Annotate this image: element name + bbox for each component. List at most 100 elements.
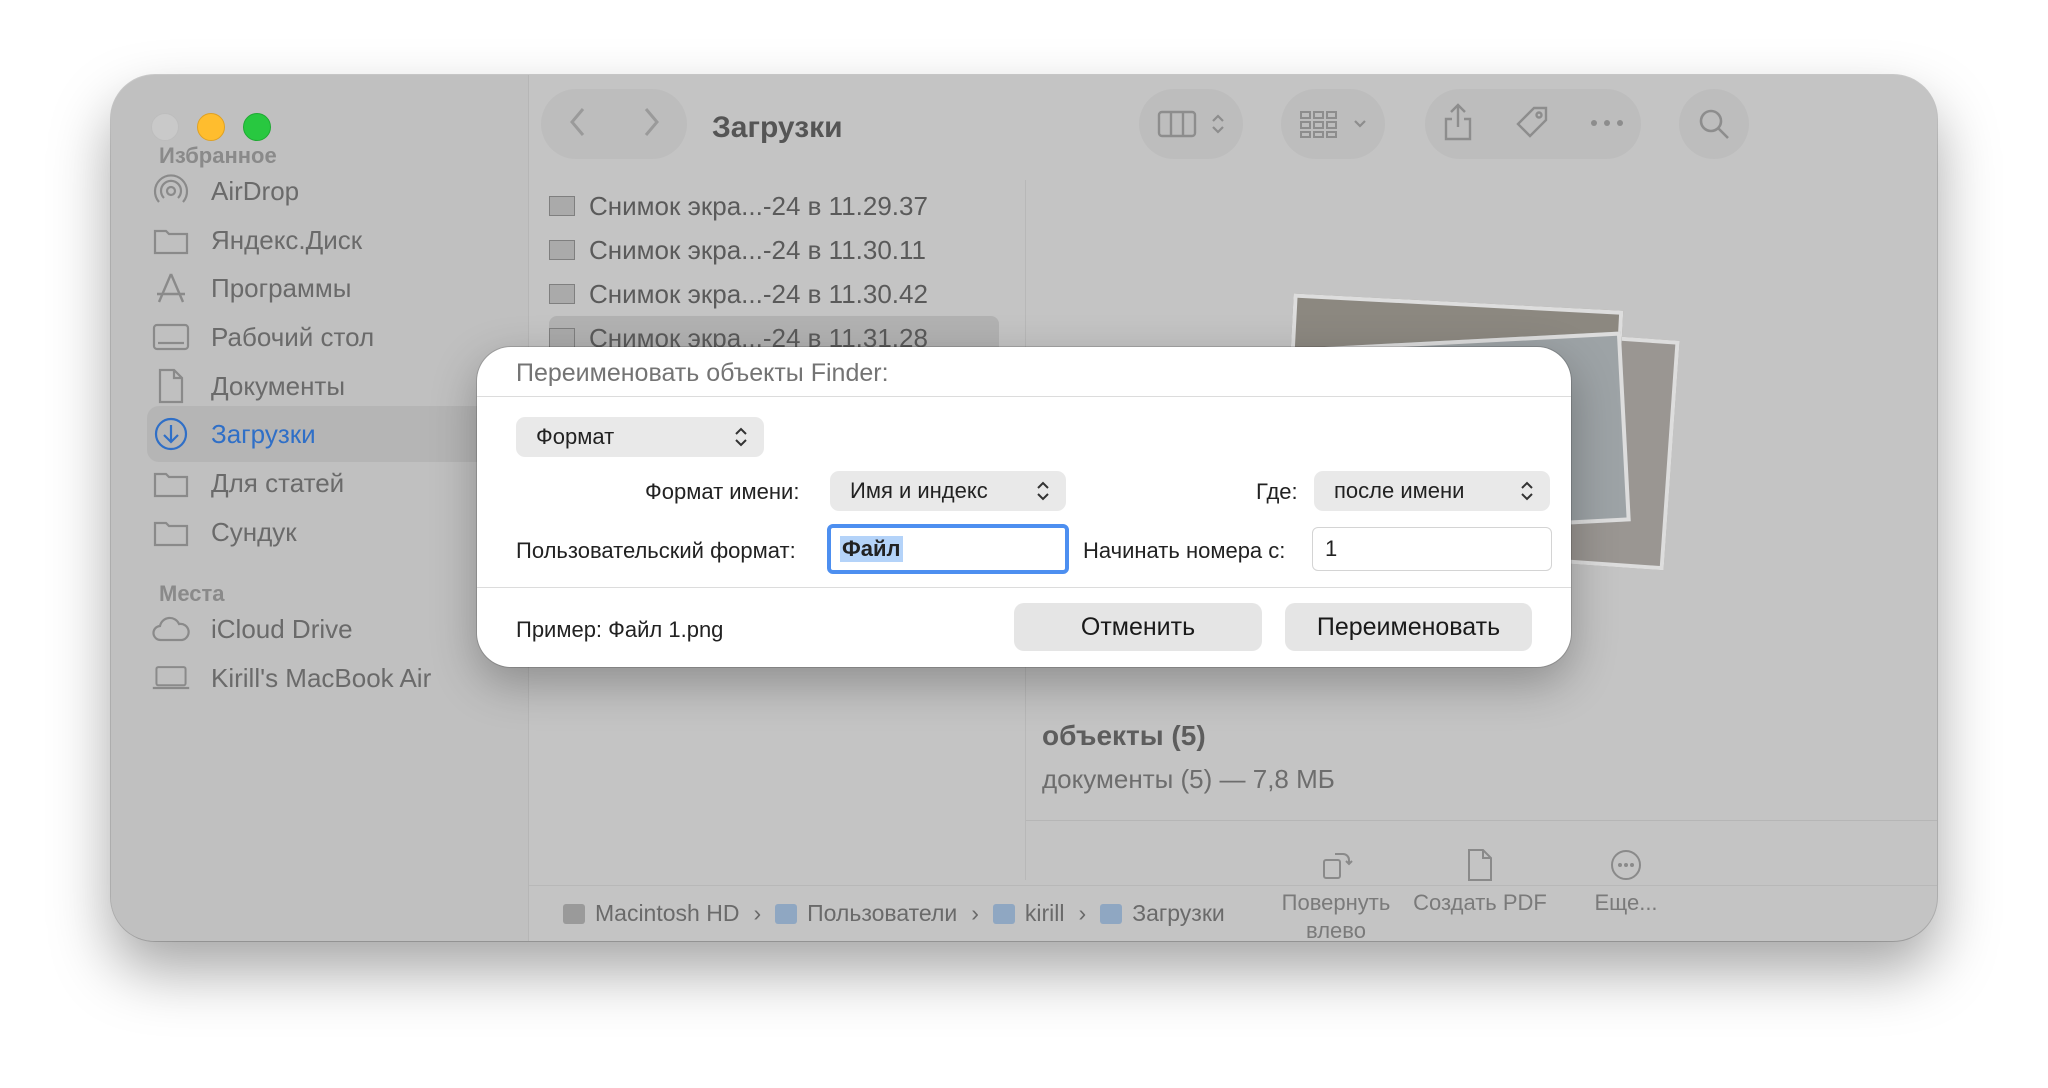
chevron-right-icon: › xyxy=(1078,900,1087,926)
divider xyxy=(1026,820,1937,821)
more-button[interactable] xyxy=(1590,115,1624,133)
start-number-input[interactable]: 1 xyxy=(1312,527,1552,571)
start-number-value: 1 xyxy=(1325,536,1338,561)
chevron-right-icon xyxy=(644,107,659,136)
sidebar-item-label: Загрузки xyxy=(211,418,316,449)
rename-dialog: Переименовать объекты Finder: Формат Фор… xyxy=(477,347,1571,667)
name-format-label: Формат имени: xyxy=(645,479,800,504)
sidebar-item-icloud-drive[interactable]: iCloud Drive xyxy=(151,601,511,657)
custom-format-label: Пользовательский формат: xyxy=(516,538,796,563)
screenshot-thumbnail-icon xyxy=(549,240,575,260)
sidebar: Избранное AirDrop Яндекс.Диск Программы xyxy=(111,75,529,941)
where-popup[interactable]: после имени xyxy=(1314,471,1550,511)
screenshot-thumbnail-icon xyxy=(549,196,575,216)
sidebar-item-label: Сундук xyxy=(211,516,297,547)
sidebar-item-applications[interactable]: Программы xyxy=(151,260,511,316)
columns-view-icon xyxy=(1157,110,1197,138)
downloads-icon xyxy=(151,414,191,454)
path-item[interactable]: Загрузки xyxy=(1132,900,1225,927)
custom-format-input[interactable]: Файл xyxy=(827,524,1069,574)
chevron-left-icon xyxy=(569,107,584,136)
folder-icon xyxy=(151,220,191,260)
chevron-updown-icon xyxy=(1037,481,1049,501)
minimize-button[interactable] xyxy=(197,113,225,141)
airdrop-icon xyxy=(151,171,191,211)
sidebar-item-label: Яндекс.Диск xyxy=(211,224,363,255)
sidebar-item-macbook[interactable]: Kirill's MacBook Air xyxy=(151,650,511,706)
document-icon xyxy=(151,366,191,406)
name-format-popup[interactable]: Имя и индекс xyxy=(830,471,1066,511)
home-folder-icon xyxy=(992,903,1015,924)
sidebar-item-desktop[interactable]: Рабочий стол xyxy=(151,309,511,365)
popup-value: после имени xyxy=(1334,478,1465,503)
sidebar-item-downloads[interactable]: Загрузки xyxy=(147,406,507,462)
file-name: Снимок экра...-24 в 11.30.11 xyxy=(589,234,927,265)
sidebar-item-chest[interactable]: Сундук xyxy=(151,504,511,560)
path-item[interactable]: kirill xyxy=(1025,900,1065,927)
group-button[interactable] xyxy=(1281,89,1385,159)
action-buttons-group xyxy=(1425,89,1641,159)
back-button[interactable] xyxy=(568,106,588,143)
sidebar-item-label: iCloud Drive xyxy=(211,613,353,644)
cloud-icon xyxy=(151,609,191,649)
chevron-right-icon: › xyxy=(971,900,979,926)
close-button[interactable] xyxy=(151,113,179,141)
tag-button[interactable] xyxy=(1514,104,1550,145)
rename-button[interactable]: Переименовать xyxy=(1285,603,1532,651)
sidebar-item-label: Программы xyxy=(211,272,352,303)
sidebar-item-label: Для статей xyxy=(211,467,345,498)
divider xyxy=(477,396,1571,397)
start-number-label: Начинать номера с: xyxy=(1083,538,1286,563)
example-text: Пример: Файл 1.png xyxy=(516,617,724,642)
list-item[interactable]: Снимок экра...-24 в 11.30.42 xyxy=(549,272,999,316)
tag-icon xyxy=(1516,106,1548,138)
sidebar-item-label: AirDrop xyxy=(211,175,300,206)
pdf-icon xyxy=(1468,849,1492,881)
popup-value: Формат xyxy=(536,424,615,449)
sidebar-item-label: Kirill's MacBook Air xyxy=(211,662,432,693)
list-item[interactable]: Снимок экра...-24 в 11.29.37 xyxy=(549,184,999,228)
chevron-right-icon: › xyxy=(753,900,762,926)
search-button[interactable] xyxy=(1679,89,1749,159)
laptop-icon xyxy=(151,658,191,698)
dialog-title: Переименовать объекты Finder: xyxy=(516,359,889,387)
rename-mode-popup[interactable]: Формат xyxy=(516,417,764,457)
navigation-buttons xyxy=(541,89,687,159)
folder-icon xyxy=(1100,903,1123,924)
preview-subtitle: документы (5) — 7,8 МБ xyxy=(1042,764,1335,794)
maximize-button[interactable] xyxy=(243,113,271,141)
more-circle-icon xyxy=(1611,850,1641,880)
chevron-down-icon xyxy=(1354,120,1366,128)
sidebar-item-label: Рабочий стол xyxy=(211,321,375,352)
preview-title: объекты (5) xyxy=(1042,720,1206,751)
rotate-left-icon xyxy=(1323,853,1353,879)
chevron-updown-icon xyxy=(735,427,747,447)
folder-icon xyxy=(775,903,798,924)
list-item[interactable]: Снимок экра...-24 в 11.30.11 xyxy=(549,228,999,272)
share-button[interactable] xyxy=(1442,102,1474,146)
search-icon xyxy=(1699,109,1729,139)
grid-icon xyxy=(1300,111,1337,138)
sidebar-item-articles[interactable]: Для статей xyxy=(151,455,511,511)
ellipsis-icon xyxy=(1591,120,1623,126)
chevron-updown-icon xyxy=(1521,481,1533,501)
cancel-button[interactable]: Отменить xyxy=(1014,603,1262,651)
sidebar-item-airdrop[interactable]: AirDrop xyxy=(151,163,511,219)
folder-icon xyxy=(151,512,191,552)
applications-icon xyxy=(151,268,191,308)
desktop-icon xyxy=(151,317,191,357)
file-name: Снимок экра...-24 в 11.30.42 xyxy=(589,278,928,309)
share-icon xyxy=(1444,102,1472,140)
screenshot-thumbnail-icon xyxy=(549,284,575,304)
folder-icon xyxy=(151,463,191,503)
forward-button[interactable] xyxy=(641,106,661,143)
screen: Избранное AirDrop Яндекс.Диск Программы xyxy=(0,0,2048,1088)
window-controls xyxy=(151,113,271,141)
hard-drive-icon xyxy=(563,903,585,924)
path-item[interactable]: Macintosh HD xyxy=(595,900,739,927)
path-item[interactable]: Пользователи xyxy=(807,900,957,927)
where-label: Где: xyxy=(1256,479,1298,504)
screenshot-thumbnail-icon xyxy=(549,328,575,348)
view-mode-button[interactable] xyxy=(1139,89,1243,159)
chevron-updown-icon xyxy=(1212,114,1224,134)
